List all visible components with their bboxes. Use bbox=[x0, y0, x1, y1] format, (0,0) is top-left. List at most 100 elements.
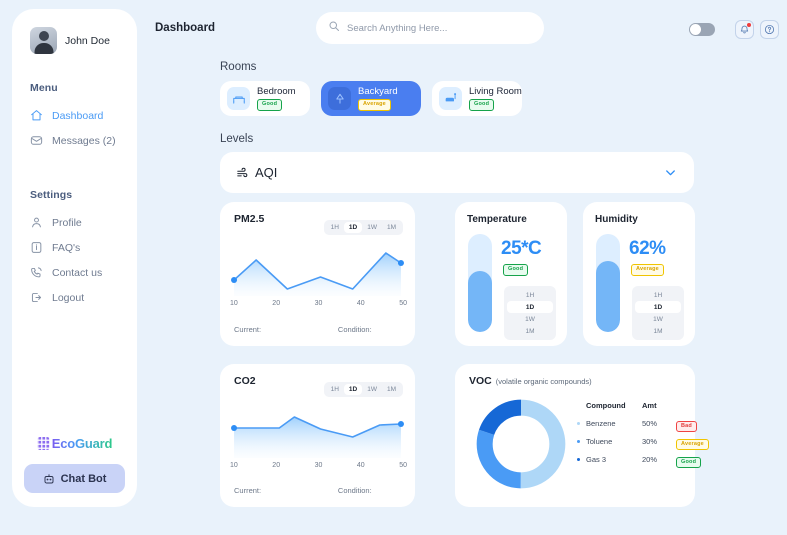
range-tabs-pm25: 1H 1D 1W 1M bbox=[323, 220, 403, 235]
x-tick: 50 bbox=[399, 462, 407, 469]
help-button[interactable] bbox=[760, 20, 779, 39]
home-icon bbox=[30, 109, 43, 122]
logout-icon bbox=[30, 291, 43, 304]
range-tab-1h[interactable]: 1H bbox=[507, 289, 553, 301]
x-tick: 30 bbox=[314, 462, 323, 469]
range-tab-1d[interactable]: 1D bbox=[343, 384, 363, 395]
settings-title: Settings bbox=[30, 189, 73, 201]
room-name: Backyard bbox=[358, 86, 398, 98]
cell-compound: Toluene bbox=[586, 436, 613, 446]
range-tabs-temperature: 1H 1D 1W 1M bbox=[504, 286, 556, 340]
status-badge: Average bbox=[676, 438, 709, 451]
range-tab-1d[interactable]: 1D bbox=[635, 301, 681, 313]
search-bar[interactable] bbox=[316, 12, 544, 44]
menu-list: Dashboard Messages (2) bbox=[12, 103, 137, 153]
condition-label: Condition: bbox=[337, 486, 372, 495]
card-title: Humidity bbox=[595, 214, 638, 225]
table-row: Gas 3 20% Good bbox=[577, 450, 702, 469]
card-title: CO2 bbox=[234, 375, 256, 387]
settings-block: Settings Profile FAQ's Contact us Logout bbox=[12, 189, 137, 310]
range-tab-1w[interactable]: 1W bbox=[507, 313, 553, 325]
levels-title: Levels bbox=[220, 133, 254, 145]
range-tabs-co2: 1H 1D 1W 1M bbox=[323, 382, 403, 397]
range-tab-1h[interactable]: 1H bbox=[326, 384, 344, 395]
ecoguard-logo-icon bbox=[36, 437, 50, 450]
range-tab-1d[interactable]: 1D bbox=[507, 301, 553, 313]
menu-block: Menu Dashboard Messages (2) bbox=[12, 82, 137, 153]
range-tab-1h[interactable]: 1H bbox=[326, 222, 344, 233]
column-header-compound: Compound bbox=[586, 400, 626, 410]
toggle-knob bbox=[690, 24, 701, 35]
range-tab-1m[interactable]: 1M bbox=[382, 384, 401, 395]
humidity-gauge bbox=[596, 234, 620, 332]
humidity-value: 62% bbox=[629, 238, 666, 259]
range-tabs-humidity: 1H 1D 1W 1M bbox=[632, 286, 684, 340]
gauge-fill bbox=[468, 271, 492, 332]
sidebar-item-messages[interactable]: Messages (2) bbox=[12, 128, 137, 153]
range-tab-1w[interactable]: 1W bbox=[362, 384, 382, 395]
sidebar-item-label: Profile bbox=[52, 216, 82, 229]
notifications-button[interactable] bbox=[735, 20, 754, 39]
sidebar-item-label: FAQ's bbox=[52, 241, 81, 254]
sidebar-item-contact-us[interactable]: Contact us bbox=[12, 260, 137, 285]
voc-header: VOC (volatile organic compounds) bbox=[469, 375, 592, 387]
brand-logo: EcoGuard bbox=[12, 436, 137, 455]
rooms-title: Rooms bbox=[220, 61, 257, 73]
status-badge: Average bbox=[631, 264, 664, 276]
card-title: Temperature bbox=[467, 214, 527, 225]
current-label: Current: bbox=[234, 325, 262, 334]
cell-amt: 50% bbox=[642, 418, 658, 428]
bed-icon bbox=[227, 87, 250, 110]
room-card-bedroom[interactable]: Bedroom Good bbox=[220, 81, 310, 116]
room-card-living-room[interactable]: Living Room Good bbox=[432, 81, 522, 116]
info-icon bbox=[30, 241, 43, 254]
x-tick: 40 bbox=[356, 462, 365, 469]
room-name: Bedroom bbox=[257, 86, 296, 98]
chevron-down-icon[interactable] bbox=[663, 165, 678, 180]
sidebar-item-faqs[interactable]: FAQ's bbox=[12, 235, 137, 260]
status-badge: Good bbox=[257, 99, 283, 111]
donut-chart-voc bbox=[473, 396, 569, 492]
table-header-row: Compound Amt bbox=[577, 396, 687, 414]
status-badge: Good bbox=[503, 264, 529, 276]
range-tab-1w[interactable]: 1W bbox=[635, 313, 681, 325]
range-tab-1w[interactable]: 1W bbox=[362, 222, 382, 233]
sidebar-item-dashboard[interactable]: Dashboard bbox=[12, 103, 137, 128]
room-card-backyard[interactable]: Backyard Average bbox=[321, 81, 421, 116]
card-temperature: Temperature 25*C Good 1H 1D 1W 1M bbox=[455, 202, 567, 346]
card-footer-pm25: Current: Condition: bbox=[234, 325, 401, 334]
profile-block[interactable]: John Doe bbox=[12, 27, 137, 54]
range-tab-1d[interactable]: 1D bbox=[343, 222, 363, 233]
range-tab-1m[interactable]: 1M bbox=[507, 325, 553, 337]
column-header-amt: Amt bbox=[642, 400, 657, 410]
temperature-value: 25*C bbox=[501, 238, 542, 259]
search-input[interactable] bbox=[347, 22, 532, 34]
levels-dropdown[interactable]: AQI bbox=[220, 152, 694, 193]
cell-amt: 30% bbox=[642, 436, 658, 446]
gauge-fill bbox=[596, 261, 620, 332]
sidebar-item-logout[interactable]: Logout bbox=[12, 285, 137, 310]
sidebar-item-label: Dashboard bbox=[52, 109, 104, 122]
sidebar: John Doe Menu Dashboard Messages (2) Set… bbox=[12, 9, 137, 507]
sidebar-item-profile[interactable]: Profile bbox=[12, 210, 137, 235]
table-row: Toluene 30% Average bbox=[577, 432, 709, 451]
chat-bot-button[interactable]: Chat Bot bbox=[24, 464, 125, 493]
robot-icon bbox=[43, 473, 55, 485]
brand-name: EcoGuard bbox=[51, 436, 113, 451]
status-badge: Good bbox=[676, 456, 702, 469]
range-tab-1h[interactable]: 1H bbox=[635, 289, 681, 301]
x-tick: 50 bbox=[399, 300, 407, 307]
x-tick: 20 bbox=[272, 300, 281, 307]
current-label: Current: bbox=[234, 486, 262, 495]
theme-toggle[interactable] bbox=[689, 23, 715, 36]
phone-icon bbox=[30, 266, 43, 279]
range-tab-1m[interactable]: 1M bbox=[635, 325, 681, 337]
levels-selected-value: AQI bbox=[255, 165, 278, 180]
range-tab-1m[interactable]: 1M bbox=[382, 222, 401, 233]
x-axis-pm25: 10 20 30 40 50 bbox=[230, 300, 407, 307]
legend-dot-icon bbox=[577, 421, 586, 425]
card-co2: CO2 1H 1D 1W 1M 10 20 30 40 50 Current: … bbox=[220, 364, 415, 507]
avatar bbox=[30, 27, 57, 54]
condition-label: Condition: bbox=[337, 325, 372, 334]
card-humidity: Humidity 62% Average 1H 1D 1W 1M bbox=[583, 202, 695, 346]
